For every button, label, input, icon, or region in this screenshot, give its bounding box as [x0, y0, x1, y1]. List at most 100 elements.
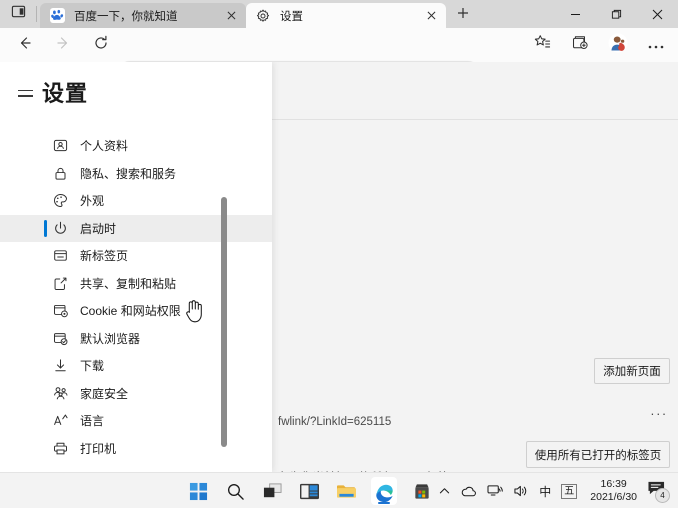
profile-avatar-icon: [608, 33, 628, 58]
back-button[interactable]: [12, 32, 38, 58]
forward-arrow-icon: [55, 35, 71, 56]
use-all-open-tabs-button[interactable]: 使用所有已打开的标签页: [526, 441, 670, 468]
windows-taskbar: 中 五 16:39 2021/6/30 4: [0, 472, 678, 508]
tab-separator: [36, 6, 37, 22]
clock-date: 2021/6/30: [590, 491, 637, 504]
back-arrow-icon: [17, 35, 33, 56]
microsoft-store-icon[interactable]: [410, 479, 434, 503]
baidu-icon: [50, 8, 66, 24]
plus-icon: [457, 6, 469, 24]
tab-settings[interactable]: 设置: [246, 3, 446, 28]
sidebar-item-share-copy-paste[interactable]: 共享、复制和粘贴: [0, 270, 272, 298]
startup-url-text: fwlink/?LinkId=625115: [278, 416, 391, 428]
sidebar-item-label: 新标签页: [80, 247, 128, 264]
profile-icon: [52, 137, 69, 154]
task-view-icon[interactable]: [260, 479, 284, 503]
tab-actions-icon: [11, 4, 26, 24]
hamburger-menu-icon[interactable]: [14, 82, 36, 104]
language-icon: [52, 412, 69, 429]
sidebar-item-family-safety[interactable]: 家庭安全: [0, 380, 272, 408]
edge-browser-icon[interactable]: [371, 477, 397, 505]
volume-icon[interactable]: [508, 473, 534, 508]
sidebar-item-label: 下载: [80, 357, 104, 374]
sidebar-item-appearance[interactable]: 外观: [0, 187, 272, 215]
sidebar-item-label: 默认浏览器: [80, 330, 140, 347]
settings-content: 添加新页面 ··· fwlink/?LinkId=625115 使用所有已打开的…: [272, 121, 678, 472]
widgets-icon[interactable]: [297, 479, 321, 503]
forward-button[interactable]: [50, 32, 76, 58]
notification-count-badge: 4: [655, 488, 670, 503]
search-icon[interactable]: [223, 479, 247, 503]
lock-icon: [52, 165, 69, 182]
notification-center-button[interactable]: 4: [645, 473, 672, 508]
close-icon[interactable]: [221, 6, 241, 26]
ime-mode-button[interactable]: 中: [534, 473, 556, 508]
network-icon[interactable]: [482, 473, 508, 508]
sidebar-item-on-startup[interactable]: 启动时: [0, 215, 272, 243]
sidebar-item-profile[interactable]: 个人资料: [0, 132, 272, 160]
settings-nav-scrollbar[interactable]: [221, 190, 227, 450]
sidebar-item-default-browser[interactable]: 默认浏览器: [0, 325, 272, 353]
reload-button[interactable]: [88, 32, 114, 58]
more-settings-icon: [648, 36, 664, 54]
reload-icon: [93, 35, 109, 56]
file-explorer-icon[interactable]: [334, 479, 358, 503]
favorites-icon: [534, 34, 551, 56]
system-tray: 中 五 16:39 2021/6/30 4: [434, 473, 672, 508]
close-icon[interactable]: [421, 6, 441, 26]
sidebar-item-downloads[interactable]: 下载: [0, 352, 272, 380]
browser-toolbar: Edge edge://settings/onStartup: [0, 28, 678, 62]
settings-page-header: [272, 62, 678, 120]
share-icon: [52, 275, 69, 292]
sidebar-item-label: 家庭安全: [80, 385, 128, 402]
family-icon: [52, 385, 69, 402]
new-tab-button[interactable]: [450, 4, 476, 26]
page-body: 搜索设置 添加新页面 ··· fwlink/?LinkId=625115 使用所…: [0, 62, 678, 472]
sidebar-item-printers[interactable]: 打印机: [0, 435, 272, 463]
sidebar-item-label: 打印机: [80, 440, 116, 457]
windows-start-icon[interactable]: [186, 479, 210, 503]
clock-time: 16:39: [601, 478, 627, 491]
ime-shape-label: 五: [561, 484, 577, 499]
sidebar-item-cookies-permissions[interactable]: Cookie 和网站权限: [0, 297, 272, 325]
taskbar-icons: [186, 473, 434, 508]
close-button[interactable]: [637, 0, 678, 28]
tab-baidu[interactable]: 百度一下，你就知道: [40, 3, 246, 28]
sidebar-item-languages[interactable]: 语言: [0, 407, 272, 435]
window-controls: [555, 0, 678, 28]
sidebar-item-privacy[interactable]: 隐私、搜索和服务: [0, 160, 272, 188]
flyout-header: 设置: [0, 62, 272, 124]
browser-check-icon: [52, 330, 69, 347]
ime-mode-label: 中: [539, 483, 551, 500]
settings-nav-list: 个人资料 隐私、搜索和服务: [0, 132, 272, 472]
minimize-button[interactable]: [555, 0, 596, 28]
sidebar-item-label: 语言: [80, 412, 104, 429]
newtab-icon: [52, 247, 69, 264]
favorites-button[interactable]: [529, 32, 555, 58]
sidebar-item-new-tab-page[interactable]: 新标签页: [0, 242, 272, 270]
ime-shape-button[interactable]: 五: [556, 473, 582, 508]
power-icon: [52, 220, 69, 237]
profile-button[interactable]: [605, 32, 631, 58]
collections-icon: [572, 34, 589, 56]
tab-title: 百度一下，你就知道: [74, 8, 221, 24]
add-new-page-button[interactable]: 添加新页面: [594, 358, 670, 384]
onedrive-icon[interactable]: [455, 473, 482, 508]
page-more-options-button[interactable]: ···: [647, 404, 671, 424]
collections-button[interactable]: [567, 32, 593, 58]
tray-expand-button[interactable]: [434, 473, 455, 508]
title-bar: 百度一下，你就知道 设置: [0, 0, 678, 28]
sidebar-item-label: 启动时: [80, 220, 116, 237]
tab-actions-button[interactable]: [0, 0, 36, 28]
sidebar-item-label: Cookie 和网站权限: [80, 302, 181, 319]
download-icon: [52, 357, 69, 374]
scrollbar-thumb[interactable]: [221, 197, 227, 447]
sidebar-item-label: 外观: [80, 192, 104, 209]
more-settings-button[interactable]: [643, 32, 669, 58]
page-title: 设置: [42, 76, 88, 108]
maximize-button[interactable]: [596, 0, 637, 28]
clock[interactable]: 16:39 2021/6/30: [582, 473, 645, 508]
sidebar-item-label: 共享、复制和粘贴: [80, 275, 176, 292]
sidebar-item-label: 隐私、搜索和服务: [80, 165, 176, 182]
settings-navigation-flyout: 设置 个人资料: [0, 62, 272, 472]
